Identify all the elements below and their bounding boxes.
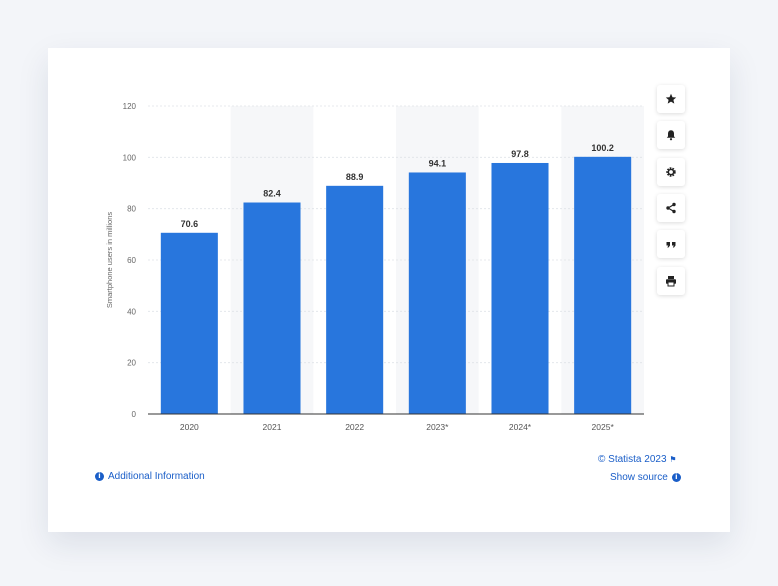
share-icon [666,202,676,214]
favorite-button[interactable] [657,85,685,113]
show-source-label: Show source [610,472,668,483]
bar[interactable] [326,185,384,414]
gear-icon [666,167,676,177]
y-tick-label: 100 [123,153,137,162]
y-tick-label: 120 [123,102,137,111]
value-label: 82.4 [263,189,281,199]
share-button[interactable] [657,194,685,222]
copyright-text: © Statista 2023 [598,454,667,465]
flag-icon: ⚑ [669,455,677,464]
cite-button[interactable] [657,230,685,258]
y-tick-label: 80 [127,205,136,214]
y-tick-label: 60 [127,256,136,265]
quote-icon [666,242,676,248]
value-label: 94.1 [429,158,447,168]
show-source-link[interactable]: Show source i [610,472,681,483]
value-label: 88.9 [346,172,364,182]
print-button[interactable] [657,267,685,295]
additional-information-link[interactable]: i Additional Information [95,471,205,482]
y-tick-label: 40 [127,307,136,316]
y-axis-ticks: 0 20 40 60 80 100 120 [123,102,137,419]
bar[interactable] [243,202,301,414]
value-label: 100.2 [591,143,614,153]
copyright-link[interactable]: © Statista 2023 ⚑ [598,454,676,465]
bar[interactable] [160,232,218,414]
y-axis-label: Smartphone users in millions [105,212,114,309]
x-tick-label: 2020 [180,422,199,432]
info-icon: i [95,472,104,481]
bar[interactable] [408,172,466,414]
x-tick-label: 2023* [426,422,449,432]
print-icon [666,276,676,287]
notification-button[interactable] [657,121,685,149]
additional-information-label: Additional Information [108,471,205,482]
settings-button[interactable] [657,158,685,186]
x-tick-label: 2025* [592,422,615,432]
info-icon: i [671,473,681,482]
bell-icon [666,130,676,141]
value-label: 97.8 [511,149,529,159]
x-tick-label: 2024* [509,422,532,432]
x-axis-ticks: 2020 2021 2022 2023* 2024* 2025* [180,422,615,432]
x-tick-label: 2021 [263,422,282,432]
value-label: 70.6 [181,219,199,229]
y-tick-label: 0 [132,410,137,419]
y-tick-label: 20 [127,359,136,368]
x-tick-label: 2022 [345,422,364,432]
star-icon [665,93,677,104]
bar[interactable] [491,162,549,414]
bar[interactable] [574,156,632,414]
